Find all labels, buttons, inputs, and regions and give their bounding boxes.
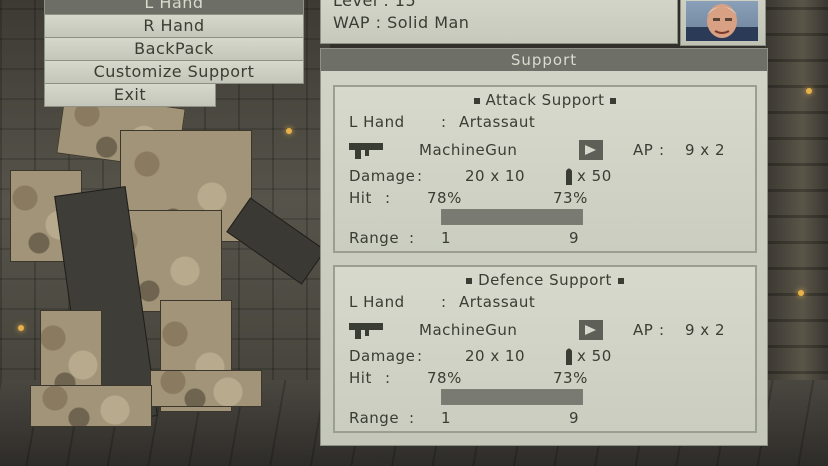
action-icon [579,320,603,344]
bullet-icon [466,277,473,284]
hit-bar [441,389,583,405]
hit-max: 73% [553,189,588,207]
hit-label: Hit [349,369,372,387]
weapon-name: MachineGun [419,321,518,339]
hit-sep: : [385,369,391,387]
damage-value: 20 x 10 [465,167,526,185]
range-sep: : [409,409,415,427]
hit-max: 73% [553,369,588,387]
damage-sep: : [417,347,423,365]
level-value: 15 [394,0,417,10]
ammo-icon [565,167,573,189]
bullet-icon [473,97,480,104]
hit-bar-fill [442,390,582,404]
menu-item-l-hand[interactable]: L Hand [44,0,304,15]
defence-support-title-text: Defence Support [478,271,612,289]
machine-gun-icon [349,141,383,165]
ap-sep: : [659,321,665,339]
ammo-icon [565,347,573,369]
damage-value: 20 x 10 [465,347,526,365]
hand-value: Artassaut [459,293,536,311]
hand-sep: : [441,293,447,311]
support-title: Support [321,49,767,71]
ap-label: AP [633,141,654,159]
support-panel: Support Attack Support L Hand : Artassau… [320,48,768,446]
hit-sep: : [385,189,391,207]
range-label: Range [349,229,400,247]
hangar-light [798,290,804,296]
attack-support-title-text: Attack Support [485,91,605,109]
range-min: 1 [441,409,452,427]
ammo-value: x 50 [577,347,612,365]
hand-label: L Hand [349,293,405,311]
menu-item-exit[interactable]: Exit [44,84,216,107]
damage-sep: : [417,167,423,185]
menu-item-backpack[interactable]: BackPack [44,38,304,61]
range-max: 9 [569,409,580,427]
range-sep: : [409,229,415,247]
menu-item-customize-support[interactable]: Customize Support [44,61,304,84]
action-icon [579,140,603,164]
ap-value: 9 x 2 [685,141,725,159]
wanzer-mech [0,85,330,445]
range-max: 9 [569,229,580,247]
range-label: Range [349,409,400,427]
ammo-value: x 50 [577,167,612,185]
wap-row: WAP : Solid Man [333,13,470,32]
machine-gun-icon [349,321,383,345]
hit-bar [441,209,583,225]
attack-support-title: Attack Support [335,91,755,109]
menu-item-r-hand[interactable]: R Hand [44,15,304,38]
attack-support-box: Attack Support L Hand : Artassaut Machin… [333,85,757,253]
unit-status-panel: Level : 15 WAP : Solid Man [320,0,678,44]
hangar-light [806,88,812,94]
hangar-wall-right [765,0,828,400]
level-row: Level : 15 [333,0,416,10]
wap-value: Solid Man [387,13,470,32]
hit-min: 78% [427,369,462,387]
ap-sep: : [659,141,665,159]
ap-value: 9 x 2 [685,321,725,339]
level-label: Level [333,0,378,10]
hand-value: Artassaut [459,113,536,131]
bullet-icon [617,277,624,284]
damage-label: Damage [349,167,416,185]
ap-label: AP [633,321,654,339]
defence-support-box: Defence Support L Hand : Artassaut Machi… [333,265,757,433]
hit-label: Hit [349,189,372,207]
pilot-portrait [686,1,758,41]
hit-min: 78% [427,189,462,207]
hand-sep: : [441,113,447,131]
range-min: 1 [441,229,452,247]
hit-bar-fill [442,210,582,224]
wanzer-menu: L Hand R Hand BackPack Customize Support… [44,0,304,107]
bullet-icon [610,97,617,104]
weapon-name: MachineGun [419,141,518,159]
damage-label: Damage [349,347,416,365]
hand-label: L Hand [349,113,405,131]
defence-support-title: Defence Support [335,271,755,289]
pilot-portrait-frame [680,0,766,46]
wap-label: WAP [333,13,371,32]
